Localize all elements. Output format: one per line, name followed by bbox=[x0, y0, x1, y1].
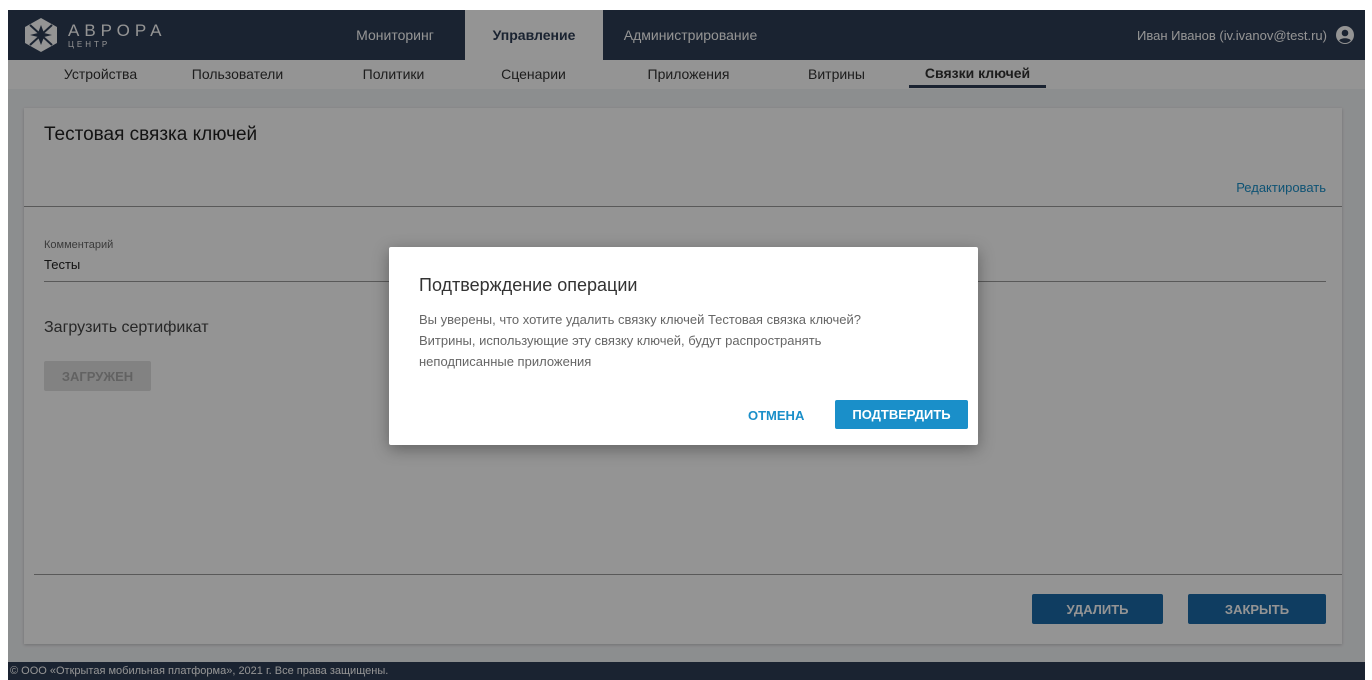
confirm-button[interactable]: ПОДТВЕРДИТЬ bbox=[835, 400, 968, 429]
dialog-message-line: неподписанные приложения bbox=[419, 354, 592, 369]
dialog-message-line: Вы уверены, что хотите удалить связку кл… bbox=[419, 312, 862, 327]
dialog-title: Подтверждение операции bbox=[419, 275, 638, 295]
cancel-button[interactable]: ОТМЕНА bbox=[748, 400, 804, 430]
dialog-message: Вы уверены, что хотите удалить связку кл… bbox=[419, 309, 959, 372]
app-frame: АВРОРА ЦЕНТР Мониторинг Управление Админ… bbox=[8, 10, 1365, 680]
dialog-message-line: Витрины, использующие эту связку ключей,… bbox=[419, 333, 822, 348]
confirm-dialog: Подтверждение операции Вы уверены, что х… bbox=[389, 247, 978, 445]
